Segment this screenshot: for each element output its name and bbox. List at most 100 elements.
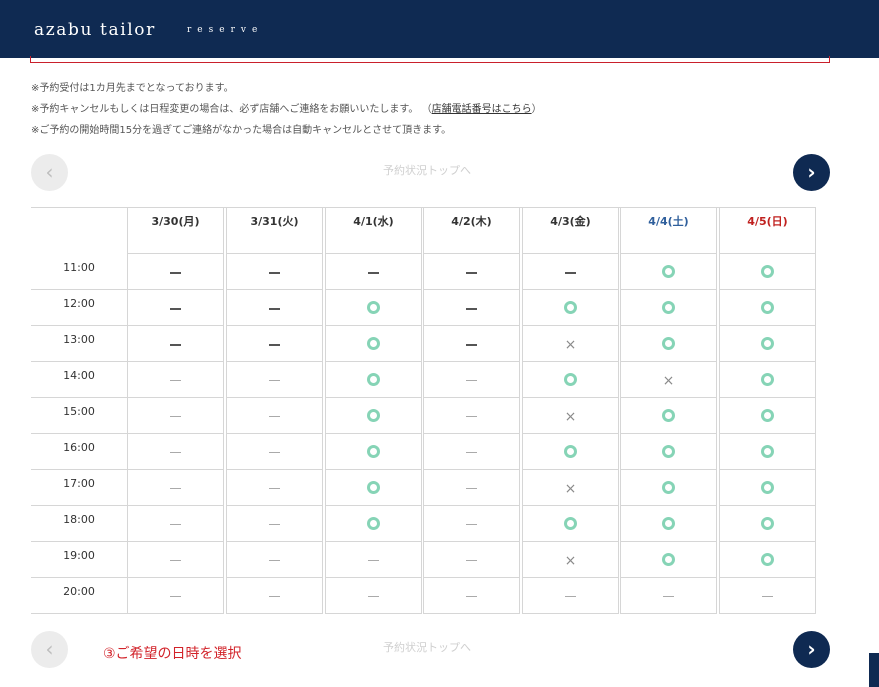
available-circle-icon <box>662 409 675 422</box>
time-slot-cell[interactable] <box>620 506 717 542</box>
time-slot-cell <box>423 470 520 506</box>
closed-dash-icon <box>762 596 773 597</box>
time-slot-cell[interactable] <box>620 398 717 434</box>
time-slot-cell[interactable] <box>620 326 717 362</box>
closed-dash-icon <box>170 524 181 525</box>
time-slot-label: 20:00 <box>31 578 127 614</box>
closed-dash-icon <box>170 416 181 417</box>
time-slot-cell[interactable] <box>325 506 422 542</box>
time-slot-cell[interactable] <box>522 290 619 326</box>
full-cross-icon: × <box>564 337 577 353</box>
unavailable-dash-icon <box>466 307 477 310</box>
time-slot-cell <box>423 290 520 326</box>
unavailable-dash-icon <box>170 307 181 310</box>
time-slot-cell <box>127 470 224 506</box>
available-circle-icon <box>564 517 577 530</box>
availability-calendar: 3/30(月) 3/31(火) 4/1(水) 4/2(木) 4/3(金) 4/4(土) 4/… <box>31 207 816 615</box>
time-slot-cell[interactable] <box>620 254 717 290</box>
header-bar: azabu tailor reserve <box>0 0 879 58</box>
time-slot-cell[interactable] <box>522 434 619 470</box>
time-slot-cell[interactable] <box>719 326 816 362</box>
day-header: 4/1(水) <box>325 208 422 254</box>
bottom-navigation: ‹ ③ご希望の日時を選択 予約状況トップへ › <box>31 631 830 669</box>
prev-week-button[interactable]: ‹ <box>31 154 68 191</box>
available-circle-icon <box>367 337 380 350</box>
time-slot-cell[interactable] <box>522 362 619 398</box>
time-slot-cell <box>127 578 224 614</box>
time-slot-cell <box>127 254 224 290</box>
closed-dash-icon <box>466 452 477 453</box>
available-circle-icon <box>761 409 774 422</box>
time-slot-cell <box>325 578 422 614</box>
available-circle-icon <box>761 517 774 530</box>
available-circle-icon <box>761 301 774 314</box>
available-circle-icon <box>564 373 577 386</box>
time-slot-label: 18:00 <box>31 506 127 542</box>
time-slot-cell: × <box>522 542 619 578</box>
time-slot-cell[interactable] <box>719 254 816 290</box>
day-header: 4/2(木) <box>423 208 520 254</box>
time-slot-cell <box>226 254 323 290</box>
time-slot-label: 19:00 <box>31 542 127 578</box>
store-phone-link[interactable]: 店舗電話番号はこちら <box>432 104 532 115</box>
brand-logo[interactable]: azabu tailor <box>34 20 156 40</box>
time-slot-cell <box>226 326 323 362</box>
time-slot-cell[interactable] <box>325 362 422 398</box>
time-slot-cell[interactable] <box>325 434 422 470</box>
time-slot-cell[interactable] <box>325 470 422 506</box>
time-slot-label: 13:00 <box>31 326 127 362</box>
time-slot-label: 15:00 <box>31 398 127 434</box>
time-slot-cell[interactable] <box>325 290 422 326</box>
closed-dash-icon <box>269 488 280 489</box>
available-circle-icon <box>662 301 675 314</box>
closed-dash-icon <box>269 524 280 525</box>
closed-dash-icon <box>269 416 280 417</box>
available-circle-icon <box>761 445 774 458</box>
time-slot-cell <box>127 362 224 398</box>
availability-top-link-bottom[interactable]: 予約状況トップへ <box>383 639 471 655</box>
note-paren-open: （ <box>421 104 432 115</box>
next-week-button-bottom[interactable]: › <box>793 631 830 668</box>
time-slot-cell[interactable] <box>719 434 816 470</box>
note-line-2: ※予約キャンセルもしくは日程変更の場合は、必ず店舗へご連絡をお願いいたします。 … <box>31 99 542 120</box>
closed-dash-icon <box>170 596 181 597</box>
closed-dash-icon <box>466 596 477 597</box>
available-circle-icon <box>761 265 774 278</box>
closed-dash-icon <box>170 452 181 453</box>
time-slot-cell[interactable] <box>620 434 717 470</box>
available-circle-icon <box>662 265 675 278</box>
prev-week-button-bottom[interactable]: ‹ <box>31 631 68 668</box>
availability-top-link[interactable]: 予約状況トップへ <box>383 162 471 178</box>
day-header: 4/3(金) <box>522 208 619 254</box>
time-slot-cell[interactable] <box>719 398 816 434</box>
time-slot-cell[interactable] <box>719 506 816 542</box>
time-slot-cell <box>423 326 520 362</box>
page-top-tab[interactable] <box>869 653 879 687</box>
closed-dash-icon <box>466 560 477 561</box>
time-slot-cell <box>226 290 323 326</box>
time-slot-cell[interactable] <box>719 362 816 398</box>
top-navigation: ‹ 予約状況トップへ › <box>31 154 830 192</box>
time-slot-label: 16:00 <box>31 434 127 470</box>
available-circle-icon <box>761 337 774 350</box>
time-slot-cell[interactable] <box>719 470 816 506</box>
time-slot-cell[interactable] <box>620 470 717 506</box>
time-slot-label: 11:00 <box>31 254 127 290</box>
time-slot-cell[interactable] <box>620 290 717 326</box>
time-slot-cell[interactable] <box>719 290 816 326</box>
available-circle-icon <box>662 481 675 494</box>
time-slot-cell: × <box>522 398 619 434</box>
time-slot-cell: × <box>522 470 619 506</box>
time-slot-cell <box>423 254 520 290</box>
full-cross-icon: × <box>564 553 577 569</box>
next-week-button[interactable]: › <box>793 154 830 191</box>
time-slot-cell <box>226 362 323 398</box>
time-slot-cell[interactable] <box>620 542 717 578</box>
time-slot-cell[interactable] <box>325 398 422 434</box>
time-slot-cell[interactable] <box>522 506 619 542</box>
available-circle-icon <box>761 373 774 386</box>
time-slot-cell <box>226 578 323 614</box>
time-slot-cell[interactable] <box>719 542 816 578</box>
closed-dash-icon <box>269 596 280 597</box>
time-slot-cell[interactable] <box>325 326 422 362</box>
